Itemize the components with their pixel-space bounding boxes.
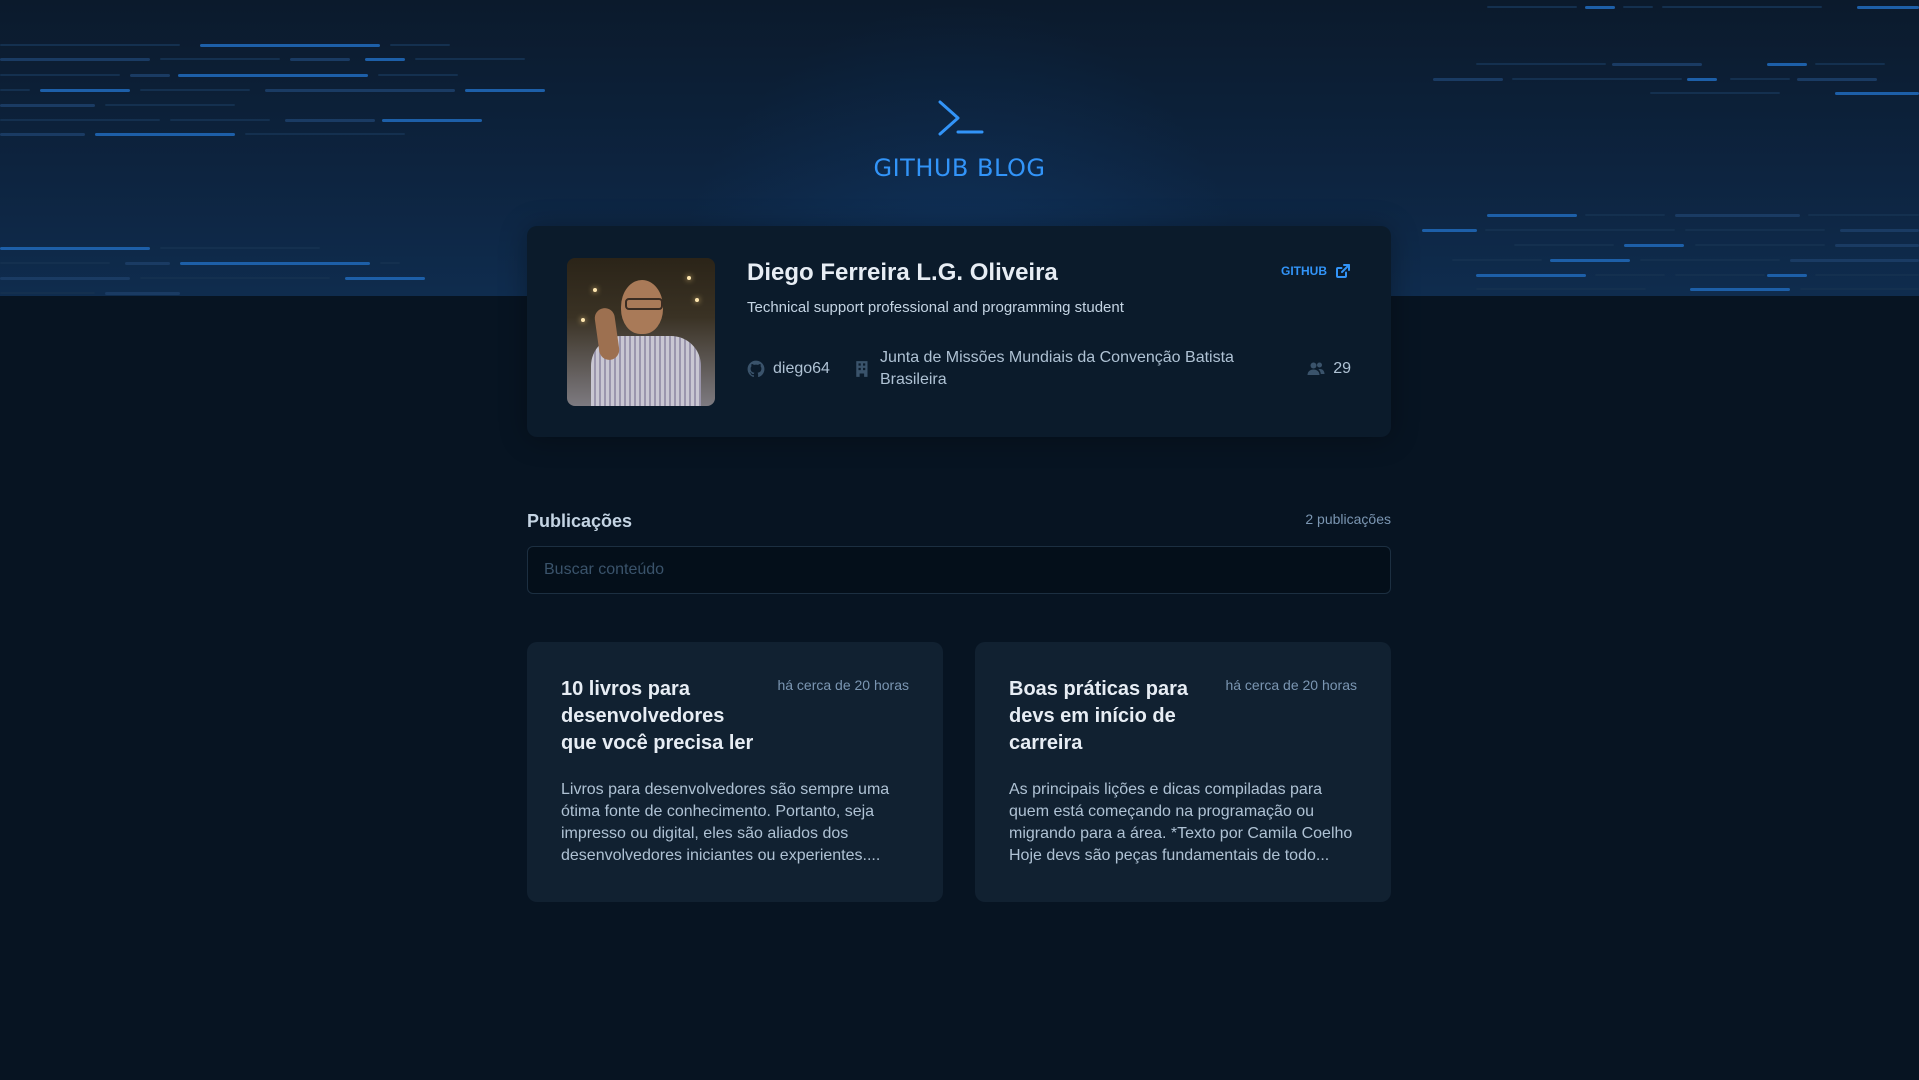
deco-line — [1835, 244, 1919, 247]
external-link-icon — [1336, 264, 1350, 278]
post-date: há cerca de 20 horas — [777, 677, 909, 693]
profile-card: Diego Ferreira L.G. Oliveira Technical s… — [527, 226, 1391, 437]
github-icon — [747, 360, 765, 378]
deco-line — [1687, 78, 1717, 81]
deco-line — [1662, 6, 1822, 8]
deco-line — [1730, 78, 1790, 80]
deco-line — [1476, 63, 1606, 65]
deco-line — [130, 74, 170, 77]
post-title: Boas práticas para devs em início de car… — [1009, 678, 1188, 754]
deco-line — [1487, 214, 1577, 217]
deco-line — [0, 277, 130, 280]
deco-line — [345, 277, 425, 280]
deco-line — [1585, 6, 1615, 9]
deco-line — [380, 262, 400, 264]
deco-line — [200, 44, 380, 47]
deco-line — [290, 58, 350, 61]
deco-line — [1452, 259, 1542, 261]
deco-line — [1612, 63, 1702, 66]
deco-line — [125, 262, 170, 265]
search-input[interactable] — [527, 546, 1391, 594]
deco-line — [0, 292, 95, 294]
deco-line — [1675, 214, 1800, 217]
deco-line — [1835, 92, 1919, 95]
deco-line — [40, 89, 130, 92]
deco-line — [365, 58, 405, 61]
deco-line — [1675, 274, 1765, 276]
deco-line — [1422, 229, 1477, 232]
profile-meta: diego64 Junta de Missões Mundiais da Con… — [747, 347, 1351, 391]
deco-line — [0, 247, 150, 250]
deco-line — [390, 44, 450, 46]
deco-line — [1512, 78, 1682, 80]
profile-company-text: Junta de Missões Mundiais da Convenção B… — [879, 349, 1234, 388]
github-link-label: GITHUB — [1281, 264, 1327, 278]
deco-line — [180, 262, 370, 265]
publications-count: 2 publicações — [1305, 511, 1391, 527]
building-icon — [856, 361, 868, 377]
post-excerpt: Livros para desenvolvedores são sempre u… — [561, 781, 890, 864]
deco-line — [465, 89, 545, 92]
deco-line — [1640, 259, 1780, 261]
terminal-prompt-icon — [938, 100, 983, 136]
deco-line — [1767, 63, 1807, 66]
deco-line — [1485, 229, 1675, 231]
deco-line — [1840, 229, 1919, 232]
profile-followers-count: 29 — [1333, 360, 1351, 377]
deco-line — [0, 44, 180, 46]
deco-line — [178, 74, 368, 77]
deco-line — [1550, 259, 1630, 262]
deco-line — [1815, 63, 1885, 65]
deco-line — [415, 58, 525, 60]
blog-logo: GITHUB BLOG — [0, 98, 1919, 182]
deco-line — [1650, 92, 1780, 94]
deco-line — [1476, 274, 1586, 277]
deco-line — [265, 89, 455, 92]
deco-line — [160, 58, 280, 60]
deco-line — [1797, 78, 1877, 81]
post-date: há cerca de 20 horas — [1225, 677, 1357, 693]
deco-line — [0, 89, 30, 91]
post-excerpt: As principais lições e dicas compiladas … — [1009, 781, 1353, 864]
deco-line — [1857, 6, 1919, 9]
deco-line — [1514, 244, 1614, 246]
profile-login: diego64 — [747, 360, 830, 378]
blog-title: GITHUB BLOG — [873, 154, 1046, 182]
deco-line — [1433, 78, 1503, 81]
users-icon — [1307, 362, 1325, 375]
deco-line — [1685, 229, 1825, 231]
deco-line — [1695, 244, 1825, 246]
deco-line — [0, 58, 150, 61]
deco-line — [0, 262, 110, 264]
profile-login-text: diego64 — [773, 360, 830, 377]
deco-line — [1476, 288, 1646, 290]
deco-line — [1595, 274, 1665, 276]
deco-line — [1767, 274, 1807, 277]
deco-line — [160, 247, 320, 249]
deco-line — [105, 292, 180, 295]
github-link[interactable]: GITHUB — [1281, 263, 1351, 279]
deco-line — [378, 74, 458, 76]
profile-name: Diego Ferreira L.G. Oliveira — [747, 259, 1058, 286]
deco-line — [1790, 259, 1919, 262]
deco-line — [1585, 214, 1665, 216]
deco-line — [1487, 6, 1577, 8]
deco-line — [140, 277, 330, 279]
deco-line — [1624, 244, 1684, 247]
deco-line — [1815, 274, 1919, 276]
post-card[interactable]: 10 livros para desenvolvedores que você … — [527, 642, 943, 902]
deco-line — [1623, 6, 1653, 8]
deco-line — [0, 74, 120, 76]
deco-line — [1690, 288, 1790, 291]
avatar — [567, 258, 715, 406]
profile-company: Junta de Missões Mundiais da Convenção B… — [854, 347, 1244, 391]
deco-line — [1800, 288, 1919, 290]
post-title: 10 livros para desenvolvedores que você … — [561, 678, 754, 754]
profile-followers: 29 — [1307, 360, 1351, 378]
profile-bio: Technical support professional and progr… — [747, 299, 1124, 316]
post-card[interactable]: Boas práticas para devs em início de car… — [975, 642, 1391, 902]
deco-line — [140, 89, 250, 91]
deco-line — [1808, 214, 1919, 216]
publications-title: Publicações — [527, 511, 633, 531]
